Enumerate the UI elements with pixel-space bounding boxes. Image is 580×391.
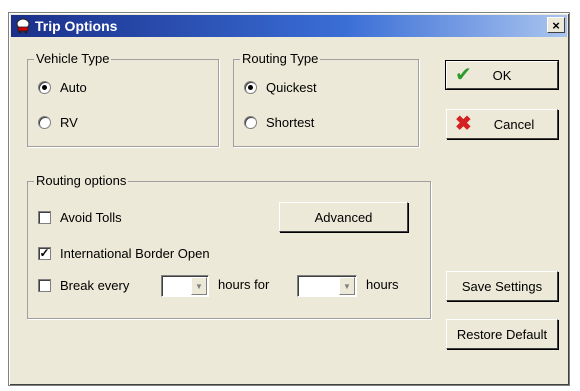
hours-for-label: hours for bbox=[218, 277, 270, 292]
routing-options-legend: Routing options bbox=[34, 173, 129, 188]
save-settings-label: Save Settings bbox=[461, 278, 543, 294]
close-button[interactable]: × bbox=[547, 17, 565, 33]
break-every-hours-dropdown[interactable]: ▼ bbox=[161, 275, 209, 297]
avoid-tolls-label: Avoid Tolls bbox=[60, 210, 122, 225]
car-icon bbox=[15, 18, 31, 34]
radio-auto[interactable]: Auto bbox=[38, 80, 87, 95]
cancel-button-label: Cancel bbox=[493, 116, 535, 132]
vehicle-type-group: Vehicle Type Auto RV bbox=[27, 51, 219, 147]
advanced-button-label: Advanced bbox=[314, 209, 373, 225]
red-x-icon: ✖ bbox=[455, 113, 472, 135]
radio-quickest-label: Quickest bbox=[266, 80, 317, 95]
break-every-label: Break every bbox=[60, 278, 130, 293]
advanced-button[interactable]: Advanced bbox=[279, 202, 408, 232]
break-every-option[interactable]: Break every bbox=[38, 278, 129, 293]
ok-button[interactable]: ✔ OK bbox=[445, 60, 559, 90]
close-icon: × bbox=[552, 18, 560, 33]
border-open-checkbox[interactable]: ✓ bbox=[38, 247, 51, 260]
break-every-checkbox[interactable] bbox=[38, 279, 51, 292]
avoid-tolls-checkbox[interactable] bbox=[38, 211, 51, 224]
window-title: Trip Options bbox=[35, 18, 118, 34]
radio-auto-indicator[interactable] bbox=[38, 81, 51, 94]
chevron-down-icon[interactable]: ▼ bbox=[339, 277, 355, 295]
radio-rv[interactable]: RV bbox=[38, 115, 78, 130]
hours-duration-dropdown[interactable]: ▼ bbox=[297, 275, 357, 297]
green-checkmark-icon: ✔ bbox=[455, 64, 472, 86]
save-settings-button[interactable]: Save Settings bbox=[446, 271, 558, 301]
restore-default-label: Restore Default bbox=[456, 326, 548, 342]
radio-auto-label: Auto bbox=[60, 80, 87, 95]
routing-type-legend: Routing Type bbox=[240, 51, 321, 66]
title-bar[interactable]: Trip Options × bbox=[11, 15, 567, 37]
border-open-label: International Border Open bbox=[60, 246, 210, 261]
routing-options-group: Routing options Avoid Tolls Advanced ✓ I… bbox=[27, 173, 431, 319]
radio-quickest[interactable]: Quickest bbox=[244, 80, 317, 95]
radio-shortest-indicator[interactable] bbox=[244, 116, 257, 129]
border-open-option[interactable]: ✓ International Border Open bbox=[38, 246, 210, 261]
hours-label: hours bbox=[366, 277, 399, 292]
radio-shortest-label: Shortest bbox=[266, 115, 315, 130]
restore-default-button[interactable]: Restore Default bbox=[446, 319, 558, 349]
radio-shortest[interactable]: Shortest bbox=[244, 115, 314, 130]
routing-type-group: Routing Type Quickest Shortest bbox=[233, 51, 419, 147]
ok-button-label: OK bbox=[492, 67, 512, 83]
radio-quickest-indicator[interactable] bbox=[244, 81, 257, 94]
avoid-tolls-option[interactable]: Avoid Tolls bbox=[38, 210, 122, 225]
cancel-button[interactable]: ✖ Cancel bbox=[446, 109, 558, 139]
radio-rv-label: RV bbox=[60, 115, 78, 130]
radio-rv-indicator[interactable] bbox=[38, 116, 51, 129]
trip-options-dialog: Trip Options × Vehicle Type Auto RV Rout… bbox=[8, 12, 570, 386]
chevron-down-icon[interactable]: ▼ bbox=[191, 277, 207, 295]
vehicle-type-legend: Vehicle Type bbox=[34, 51, 112, 66]
